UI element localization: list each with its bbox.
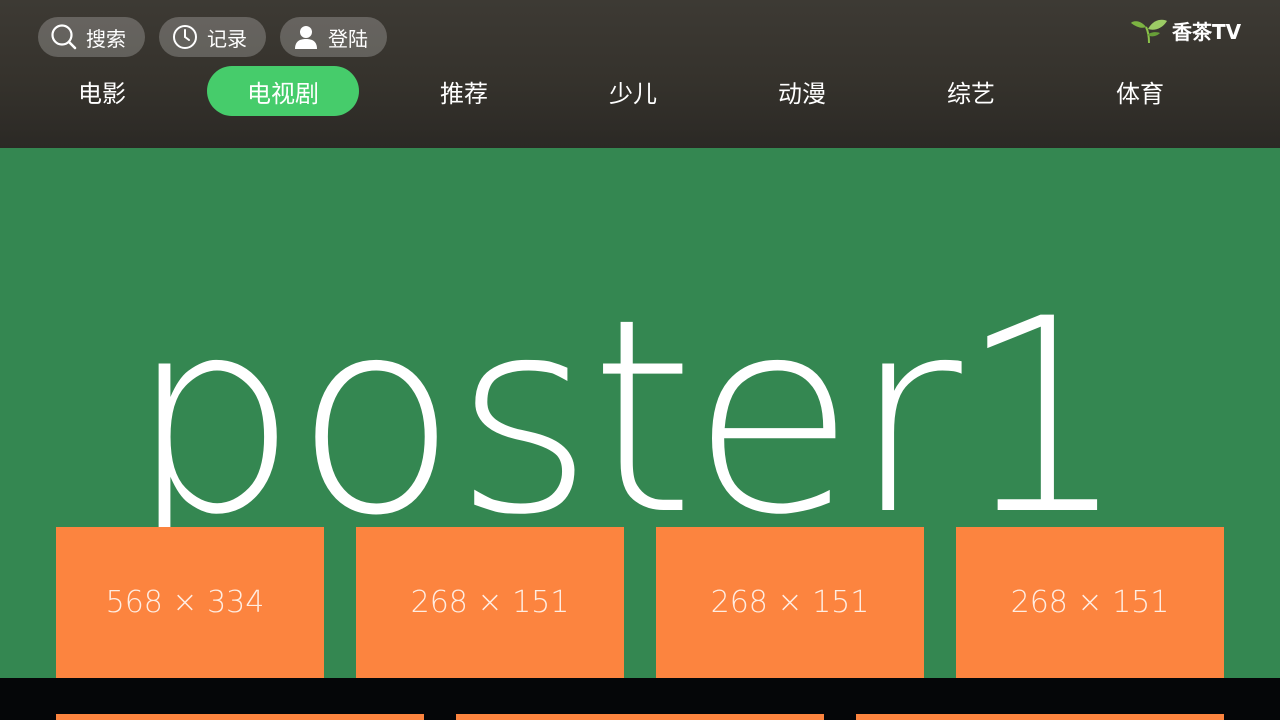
history-button[interactable]: 记录: [159, 17, 266, 57]
tab-tv-series[interactable]: 电视剧: [207, 66, 359, 116]
content-tile[interactable]: 268 × 151: [656, 527, 924, 678]
login-button[interactable]: 登陆: [280, 17, 387, 57]
tile-label: 268 × 151: [1010, 585, 1170, 620]
tab-recommended[interactable]: 推荐: [388, 66, 540, 116]
next-row-tile[interactable]: [456, 714, 824, 720]
tab-sports[interactable]: 体育: [1064, 66, 1216, 116]
tile-label: 268 × 151: [410, 585, 570, 620]
content-tile[interactable]: 268 × 151: [956, 527, 1224, 678]
tile-label: 568 × 334: [105, 585, 265, 620]
tab-movies[interactable]: 电影: [26, 66, 178, 116]
tab-label: 电视剧: [247, 79, 319, 108]
next-row-strip: [0, 678, 1280, 720]
tab-label: 电影: [78, 79, 126, 108]
tab-label: 综艺: [947, 79, 995, 108]
tea-leaf-icon: [1130, 15, 1168, 45]
history-button-label: 记录: [207, 26, 247, 51]
brand-name: 香茶TV: [1172, 19, 1242, 44]
brand-logo: 香茶TV: [1130, 14, 1241, 46]
tab-label: 体育: [1116, 79, 1164, 108]
login-button-label: 登陆: [328, 26, 368, 51]
tab-label: 少儿: [609, 79, 657, 108]
hero-poster-label: poster1: [128, 262, 1128, 574]
tv-app: 搜索 记录 登陆 香茶TV 电影 电视剧 推荐 少儿 动漫 综艺 体育 post…: [0, 0, 1280, 720]
search-button-label: 搜索: [86, 26, 126, 51]
clock-icon: [171, 23, 199, 51]
tab-label: 动漫: [778, 79, 826, 108]
tab-label: 推荐: [440, 79, 488, 108]
content-tile[interactable]: 268 × 151: [356, 527, 624, 678]
tab-kids[interactable]: 少儿: [557, 66, 709, 116]
user-icon: [292, 23, 320, 51]
tab-anime[interactable]: 动漫: [726, 66, 878, 116]
next-row-tile[interactable]: [56, 714, 424, 720]
content-tile[interactable]: 568 × 334: [56, 527, 324, 678]
search-icon: [50, 23, 78, 51]
next-row-tile[interactable]: [856, 714, 1224, 720]
tile-label: 268 × 151: [710, 585, 870, 620]
search-button[interactable]: 搜索: [38, 17, 145, 57]
top-header: 搜索 记录 登陆 香茶TV 电影 电视剧 推荐 少儿 动漫 综艺 体育: [0, 0, 1280, 148]
tab-variety[interactable]: 综艺: [895, 66, 1047, 116]
